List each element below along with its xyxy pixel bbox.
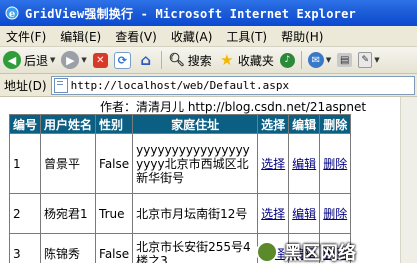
- media-icon: ♪: [279, 52, 295, 68]
- cell-name: 陈锦秀: [40, 233, 97, 263]
- svg-text:e: e: [9, 9, 15, 20]
- header-select: 选择: [257, 114, 290, 134]
- header-address: 家庭住址: [132, 114, 259, 134]
- cell-gender: False: [95, 133, 134, 194]
- search-button[interactable]: 🔍︎ 搜索: [165, 49, 215, 71]
- edit-link[interactable]: 编辑: [292, 207, 316, 221]
- window-title: GridView强制换行 - Microsoft Internet Explor…: [25, 6, 356, 21]
- refresh-button[interactable]: ⟳: [111, 49, 134, 71]
- edit-dropdown-icon[interactable]: ▼: [374, 56, 379, 64]
- page-icon: [53, 77, 68, 93]
- toolbar: ◀ 后退 ▼ ▶ ▼ ✕ ⟳ ⌂ 🔍︎ 搜索 ★ 收藏夹 ♪ ✉ ▼ ▤ ✎ ▼: [0, 47, 417, 74]
- delete-link[interactable]: 删除: [323, 207, 347, 221]
- star-icon: ★: [220, 51, 234, 69]
- cell-address: 北京市月坛南街12号: [132, 193, 259, 234]
- table-row: 2 杨宛君1 True 北京市月坛南街12号 选择 编辑 删除: [8, 193, 352, 234]
- home-button[interactable]: ⌂: [134, 49, 158, 71]
- media-button[interactable]: ♪: [277, 49, 298, 71]
- search-label: 搜索: [187, 53, 212, 68]
- back-label: 后退: [24, 53, 49, 68]
- stop-button[interactable]: ✕: [90, 49, 111, 71]
- watermark-logo-icon: [256, 240, 278, 263]
- header-id: 编号: [8, 114, 42, 134]
- cell-gender: False: [95, 233, 134, 263]
- menu-view[interactable]: 查看(V): [109, 28, 165, 45]
- delete-link[interactable]: 删除: [323, 157, 347, 171]
- cell-name: 杨宛君1: [40, 193, 97, 234]
- header-gender: 性别: [95, 114, 134, 134]
- back-arrow-icon: ◀: [3, 51, 21, 69]
- cell-address: yyyyyyyyyyyyyyyyyyyy北京市西城区北新华街号: [132, 133, 259, 194]
- back-dropdown-icon[interactable]: ▼: [50, 56, 55, 64]
- forward-button[interactable]: ▶ ▼: [58, 49, 89, 71]
- cell-address: 北京市长安街255号4楼之3: [132, 233, 259, 263]
- window-title-bar: e GridView强制换行 - Microsoft Internet Expl…: [0, 0, 417, 26]
- stop-icon: ✕: [92, 52, 108, 68]
- edit-page-button[interactable]: ✎ ▼: [355, 49, 382, 71]
- header-name: 用户姓名: [40, 114, 97, 134]
- address-input[interactable]: http://localhost/web/Default.aspx: [50, 75, 415, 95]
- forward-arrow-icon: ▶: [61, 51, 80, 69]
- cell-id: 1: [8, 133, 42, 194]
- address-url: http://localhost/web/Default.aspx: [70, 78, 290, 92]
- table-header-row: 编号 用户姓名 性别 家庭住址 选择 编辑 删除: [8, 114, 352, 134]
- print-button[interactable]: ▤: [334, 49, 355, 71]
- back-button[interactable]: ◀ 后退 ▼: [0, 49, 58, 71]
- watermark-text: 黑区网络: [284, 242, 356, 264]
- header-edit: 编辑: [288, 114, 321, 134]
- menu-help[interactable]: 帮助(H): [275, 28, 331, 45]
- menu-edit[interactable]: 编辑(E): [54, 28, 109, 45]
- search-icon: 🔍︎: [168, 52, 186, 68]
- favorites-button[interactable]: ★ 收藏夹: [215, 49, 277, 71]
- table-row: 1 曾景平 False yyyyyyyyyyyyyyyyyyyy北京市西城区北新…: [8, 133, 352, 194]
- menu-tools[interactable]: 工具(T): [220, 28, 275, 45]
- menu-favorites[interactable]: 收藏(A): [165, 28, 221, 45]
- toolbar-separator: [160, 51, 162, 69]
- internet-explorer-icon: e: [4, 5, 20, 21]
- toolbar-separator: [300, 51, 302, 69]
- cell-name: 曾景平: [40, 133, 97, 194]
- mail-button[interactable]: ✉ ▼: [305, 49, 334, 71]
- refresh-icon: ⟳: [113, 51, 131, 69]
- select-link[interactable]: 选择: [261, 157, 285, 171]
- author-caption: 作者：清清月儿 http://blog.csdn.net/21aspnet: [100, 100, 367, 114]
- vertical-scrollbar[interactable]: [400, 97, 417, 263]
- cell-id: 2: [8, 193, 42, 234]
- select-link[interactable]: 选择: [261, 207, 285, 221]
- cell-id: 3: [8, 233, 42, 263]
- address-label: 地址(D): [4, 78, 47, 93]
- menu-bar: 文件(F) 编辑(E) 查看(V) 收藏(A) 工具(T) 帮助(H): [0, 26, 417, 47]
- print-icon: ▤: [337, 53, 353, 67]
- address-bar: 地址(D) http://localhost/web/Default.aspx: [0, 74, 417, 97]
- mail-dropdown-icon[interactable]: ▼: [326, 56, 331, 64]
- favorites-label: 收藏夹: [237, 53, 274, 68]
- cell-gender: True: [95, 193, 134, 234]
- home-icon: ⌂: [140, 51, 152, 69]
- mail-icon: ✉: [307, 52, 324, 68]
- header-delete: 删除: [319, 114, 352, 134]
- forward-dropdown-icon[interactable]: ▼: [81, 56, 86, 64]
- edit-link[interactable]: 编辑: [292, 157, 316, 171]
- watermark: 黑区网络: [256, 240, 417, 264]
- edit-document-icon: ✎: [358, 52, 373, 68]
- menu-file[interactable]: 文件(F): [0, 28, 54, 45]
